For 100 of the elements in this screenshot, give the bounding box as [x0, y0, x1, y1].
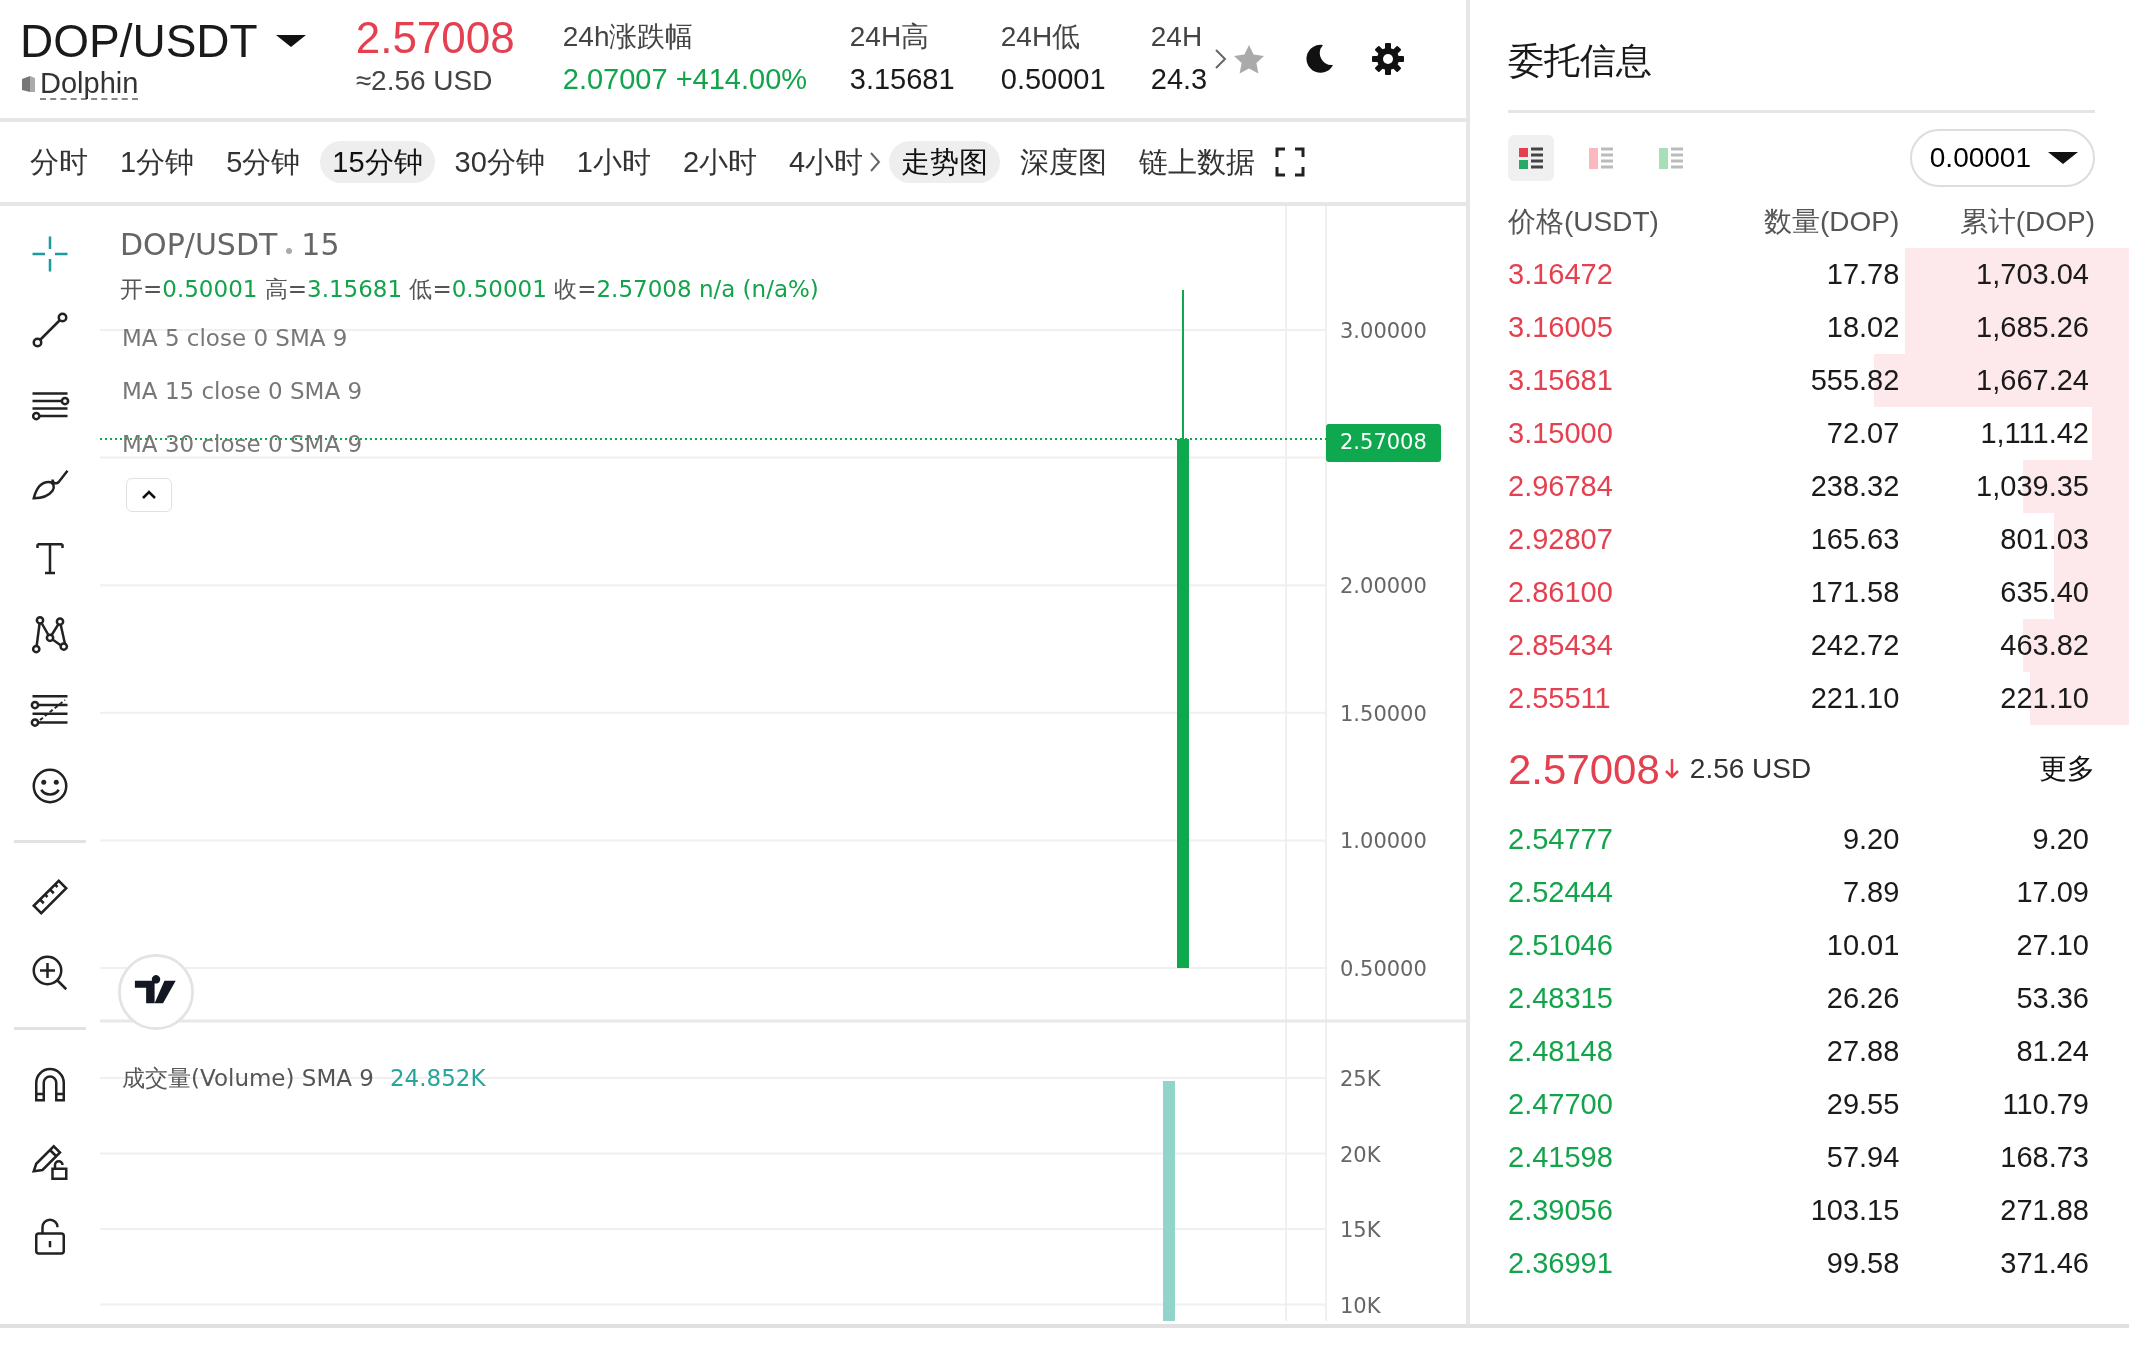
bid-price[interactable]: 2.41598	[1508, 1135, 1613, 1180]
indicator-legend: MA 5 close 0 SMA 9	[122, 321, 348, 356]
fullscreen-icon[interactable]	[1275, 147, 1306, 177]
bid-amount: 57.94	[1826, 1139, 1900, 1175]
ask-price[interactable]: 3.15000	[1508, 411, 1613, 456]
ask-total: 635.40	[2000, 574, 2089, 610]
interval-tab[interactable]: 1分钟	[108, 140, 207, 184]
logo-icon[interactable]	[118, 954, 194, 1030]
price-tick: 2.00000	[1340, 573, 1427, 601]
stat-label: 24h涨跌幅	[562, 20, 695, 55]
precision-select[interactable]: 0.00001	[1909, 129, 2095, 187]
pair-title: DOP/USDT	[20, 17, 258, 64]
star-icon[interactable]	[1232, 43, 1265, 75]
ask-amount: 165.63	[1810, 521, 1900, 557]
chevron-right-icon[interactable]	[1212, 47, 1227, 71]
interval-tab[interactable]: 4小时	[777, 140, 876, 184]
ask-total: 1,703.04	[1976, 256, 2089, 292]
ask-amount: 18.02	[1826, 309, 1900, 345]
zoom-in-icon[interactable]	[30, 953, 70, 993]
column-header: 价格(USDT)	[1508, 204, 1660, 239]
bid-amount: 29.55	[1826, 1086, 1900, 1122]
interval-tab[interactable]: 2小时	[670, 140, 770, 184]
more-link[interactable]: 更多	[2039, 748, 2095, 790]
ruler-icon[interactable]	[30, 877, 70, 917]
mid-price-usd: 2.56 USD	[1689, 752, 1812, 786]
column-header: 数量(DOP)	[1763, 204, 1900, 239]
ask-price[interactable]: 2.55511	[1508, 676, 1611, 721]
interval-tab[interactable]: 15分钟	[320, 140, 435, 184]
ask-total: 1,111.42	[1980, 415, 2089, 451]
panel-title: 委托信息	[1508, 0, 2095, 113]
chevron-right-icon[interactable]	[869, 151, 882, 173]
settings-icon[interactable]	[1370, 42, 1405, 76]
interval-tab[interactable]: 30分钟	[442, 140, 557, 184]
ask-price[interactable]: 2.92807	[1508, 517, 1613, 562]
bid-total: 110.79	[2002, 1086, 2089, 1122]
price-tick: 3.00000	[1340, 318, 1427, 345]
ask-amount: 238.32	[1810, 468, 1900, 504]
ask-price[interactable]: 3.16005	[1508, 305, 1613, 350]
token-icon	[20, 75, 36, 93]
trend-line-icon[interactable]	[30, 310, 70, 350]
price-tick: 0.50000	[1340, 956, 1427, 983]
bid-total: 371.46	[2000, 1245, 2089, 1281]
ask-total: 463.82	[2000, 627, 2089, 663]
ask-total: 1,685.26	[1976, 309, 2089, 345]
stat-label: 24H高	[849, 20, 931, 55]
bid-total: 27.10	[2016, 927, 2089, 963]
arrow-down-icon	[1663, 758, 1680, 780]
interval-tab[interactable]: 1小时	[564, 140, 663, 184]
bid-amount: 26.26	[1826, 980, 1900, 1016]
bid-price[interactable]: 2.54777	[1508, 817, 1613, 862]
bid-price[interactable]: 2.52444	[1508, 870, 1613, 915]
bid-price[interactable]: 2.48148	[1508, 1029, 1613, 1074]
ask-total: 221.10	[2000, 680, 2089, 716]
ask-price[interactable]: 3.15681	[1508, 358, 1613, 403]
view-tab[interactable]: 深度图	[1008, 140, 1120, 184]
price-tick: 1.00000	[1340, 828, 1427, 856]
collapse-button[interactable]	[126, 478, 172, 512]
caret-icon	[2047, 150, 2079, 166]
bid-amount: 9.20	[1842, 821, 1900, 857]
bid-amount: 99.58	[1826, 1245, 1900, 1281]
volume-tick: 25K	[1340, 1066, 1381, 1093]
view-tab[interactable]: 走势图	[889, 140, 1001, 184]
interval-tab[interactable]: 5分钟	[214, 140, 313, 184]
ohlc-legend: 开=0.50001 高=3.15681 低=0.50001 收=2.57008 n/a (n/a%)	[120, 272, 819, 307]
indicator-legend: MA 15 close 0 SMA 9	[122, 374, 363, 409]
volume-tick: 10K	[1340, 1292, 1381, 1320]
ask-amount: 72.07	[1826, 415, 1900, 451]
view-tab[interactable]: 链上数据	[1127, 140, 1268, 184]
bid-amount: 27.88	[1826, 1033, 1900, 1069]
volume-value: 24.852K	[389, 1064, 486, 1093]
last-price: 2.57008	[355, 16, 515, 60]
volume-tick: 15K	[1340, 1217, 1381, 1244]
ask-amount: 555.82	[1810, 362, 1900, 398]
stat-value: 3.15681	[849, 62, 956, 98]
crosshair-icon[interactable]	[30, 234, 70, 274]
token-name[interactable]: Dolphin	[40, 67, 139, 101]
ask-total: 1,039.35	[1976, 468, 2089, 504]
bid-price[interactable]: 2.48315	[1508, 976, 1613, 1021]
bid-price[interactable]: 2.36991	[1508, 1241, 1613, 1286]
pattern-icon[interactable]	[30, 614, 70, 654]
price-tick: 1.50000	[1340, 700, 1427, 728]
bid-price[interactable]: 2.39056	[1508, 1188, 1613, 1233]
stat-label: 24H	[1150, 20, 1204, 55]
ask-amount: 221.10	[1810, 680, 1900, 716]
volume-legend: 成交量(Volume) SMA 9	[122, 1061, 374, 1096]
ask-price[interactable]: 2.96784	[1508, 464, 1613, 509]
bid-price[interactable]: 2.47700	[1508, 1082, 1613, 1127]
interval-tab[interactable]: 分时	[18, 140, 100, 184]
ask-price[interactable]: 3.16472	[1508, 252, 1613, 297]
separator-dot	[285, 247, 294, 255]
bid-total: 271.88	[2000, 1192, 2089, 1228]
ask-price[interactable]: 2.86100	[1508, 570, 1613, 615]
bid-total: 17.09	[2016, 874, 2089, 910]
stat-value: 2.07007 +414.00%	[562, 62, 809, 98]
bid-total: 168.73	[2000, 1139, 2089, 1175]
smiley-icon[interactable]	[30, 766, 70, 806]
ask-price[interactable]: 2.85434	[1508, 623, 1613, 668]
column-header: 累计(DOP)	[1958, 204, 2095, 239]
bid-price[interactable]: 2.51046	[1508, 923, 1613, 968]
stat-value: 0.50001	[1000, 62, 1107, 98]
